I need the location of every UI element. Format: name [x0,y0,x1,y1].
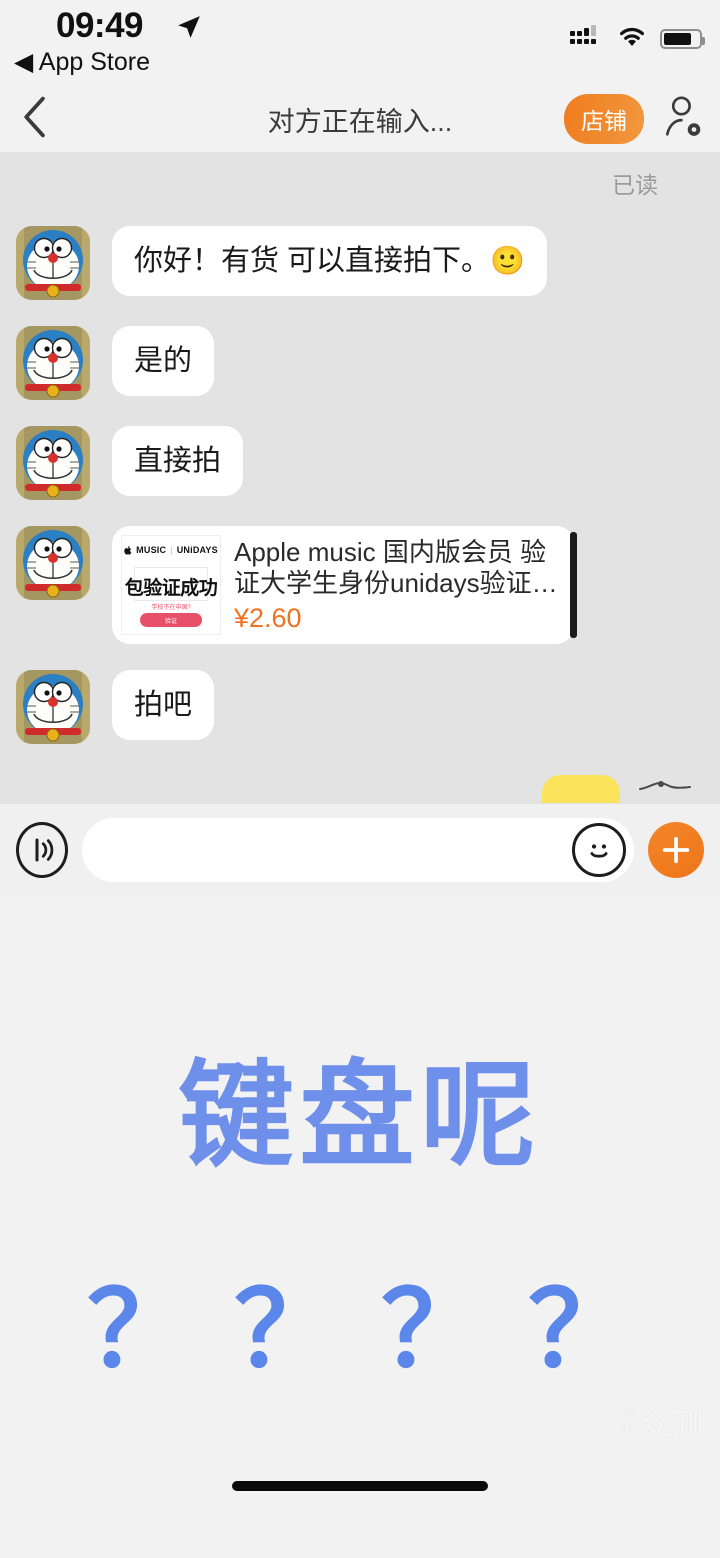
thumbnail-unidays-label: UNiDAYS [176,545,218,555]
doraemon-avatar[interactable] [16,226,90,300]
message-bubble[interactable]: 拍吧 [112,670,215,741]
product-info: Apple music 国内版会员 验证大学生身份unidays验证苹… ¥2.… [234,535,565,635]
shop-button[interactable]: 店铺 [564,94,644,144]
product-thumbnail: MUSIC | UNiDAYS 包验证成功 学校不在中国? 验证 [121,535,221,635]
chat-message: 拍吧 [0,670,720,744]
doraemon-avatar[interactable] [16,426,90,500]
watermark-small-text: 新浪 [620,1404,637,1440]
product-card[interactable]: MUSIC | UNiDAYS 包验证成功 学校不在中国? 验证 Apple m… [112,526,577,644]
keyboard-missing-headline: 键盘呢 [178,1052,542,1180]
chat-thread[interactable]: 已读 你好！有货 可以直接拍下。🙂 是的 直接拍 MUSIC | UNiDAYS… [0,152,720,803]
message-bubble[interactable]: 是的 [112,326,215,397]
keyboard-placeholder-area: 键盘呢 ？？？？ 新浪 众测 [0,895,720,1509]
doraemon-avatar[interactable] [16,326,90,400]
back-button[interactable] [0,96,70,143]
status-indicators [570,24,705,53]
message-input[interactable] [104,834,572,865]
cellular-signal-icon [570,25,604,52]
add-attachment-button[interactable] [648,821,704,878]
watermark-large-text: 众测 [640,1408,704,1443]
message-input-bar [0,803,720,895]
status-bar: 09:49 ◀ App Store [0,0,720,86]
nav-actions: 店铺 [564,94,704,144]
home-indicator[interactable] [232,1481,488,1491]
message-text: 你好！有货 可以直接拍下。 [134,245,491,277]
keyboard-question-marks: ？？？？ [86,1272,675,1389]
read-receipt: 已读 [612,172,658,198]
wifi-icon [616,24,648,53]
thumbnail-brand-row: MUSIC | UNiDAYS [122,545,220,555]
thumbnail-separator: | [170,545,173,555]
thumbnail-cta-button: 验证 [140,613,202,627]
location-arrow-icon [176,14,202,45]
thumbnail-apple-music-label: MUSIC [136,545,167,555]
phone-screen: 09:49 ◀ App Store 对方正在输入... 店铺 已读 你好！有货 … [0,0,720,1558]
chat-message: 直接拍 [0,426,720,500]
apple-logo-icon [124,545,132,555]
thumbnail-headline: 包验证成功 [124,578,218,599]
status-back-to-appstore[interactable]: ◀ App Store [14,47,150,77]
plus-icon [662,836,690,863]
smiley-face-icon[interactable] [572,822,626,877]
product-title: Apple music 国内版会员 验证大学生身份unidays验证苹… [234,537,547,598]
chat-message: 是的 [0,326,720,400]
partial-sticker-mark [638,779,692,791]
thumbnail-subtext: 学校不在中国? [151,605,191,611]
product-price: ¥2.60 [234,603,302,634]
emoji-smile: 🙂 [490,245,525,276]
partial-sticker[interactable] [542,775,620,803]
watermark: 新浪 众测 [620,1400,704,1445]
person-settings-icon[interactable] [662,95,704,144]
message-bubble[interactable]: 你好！有货 可以直接拍下。🙂 [112,226,547,297]
doraemon-avatar[interactable] [16,670,90,744]
chat-message: 你好！有货 可以直接拍下。🙂 [0,226,720,300]
battery-icon [660,28,705,49]
message-text-field[interactable] [82,817,634,882]
doraemon-avatar[interactable] [16,526,90,600]
message-bubble[interactable]: 直接拍 [112,426,244,497]
voice-wave-icon[interactable] [16,821,68,878]
chat-message-product: MUSIC | UNiDAYS 包验证成功 学校不在中国? 验证 Apple m… [0,526,720,644]
status-time: 09:49 [56,6,144,45]
nav-bar: 对方正在输入... 店铺 [0,86,720,152]
